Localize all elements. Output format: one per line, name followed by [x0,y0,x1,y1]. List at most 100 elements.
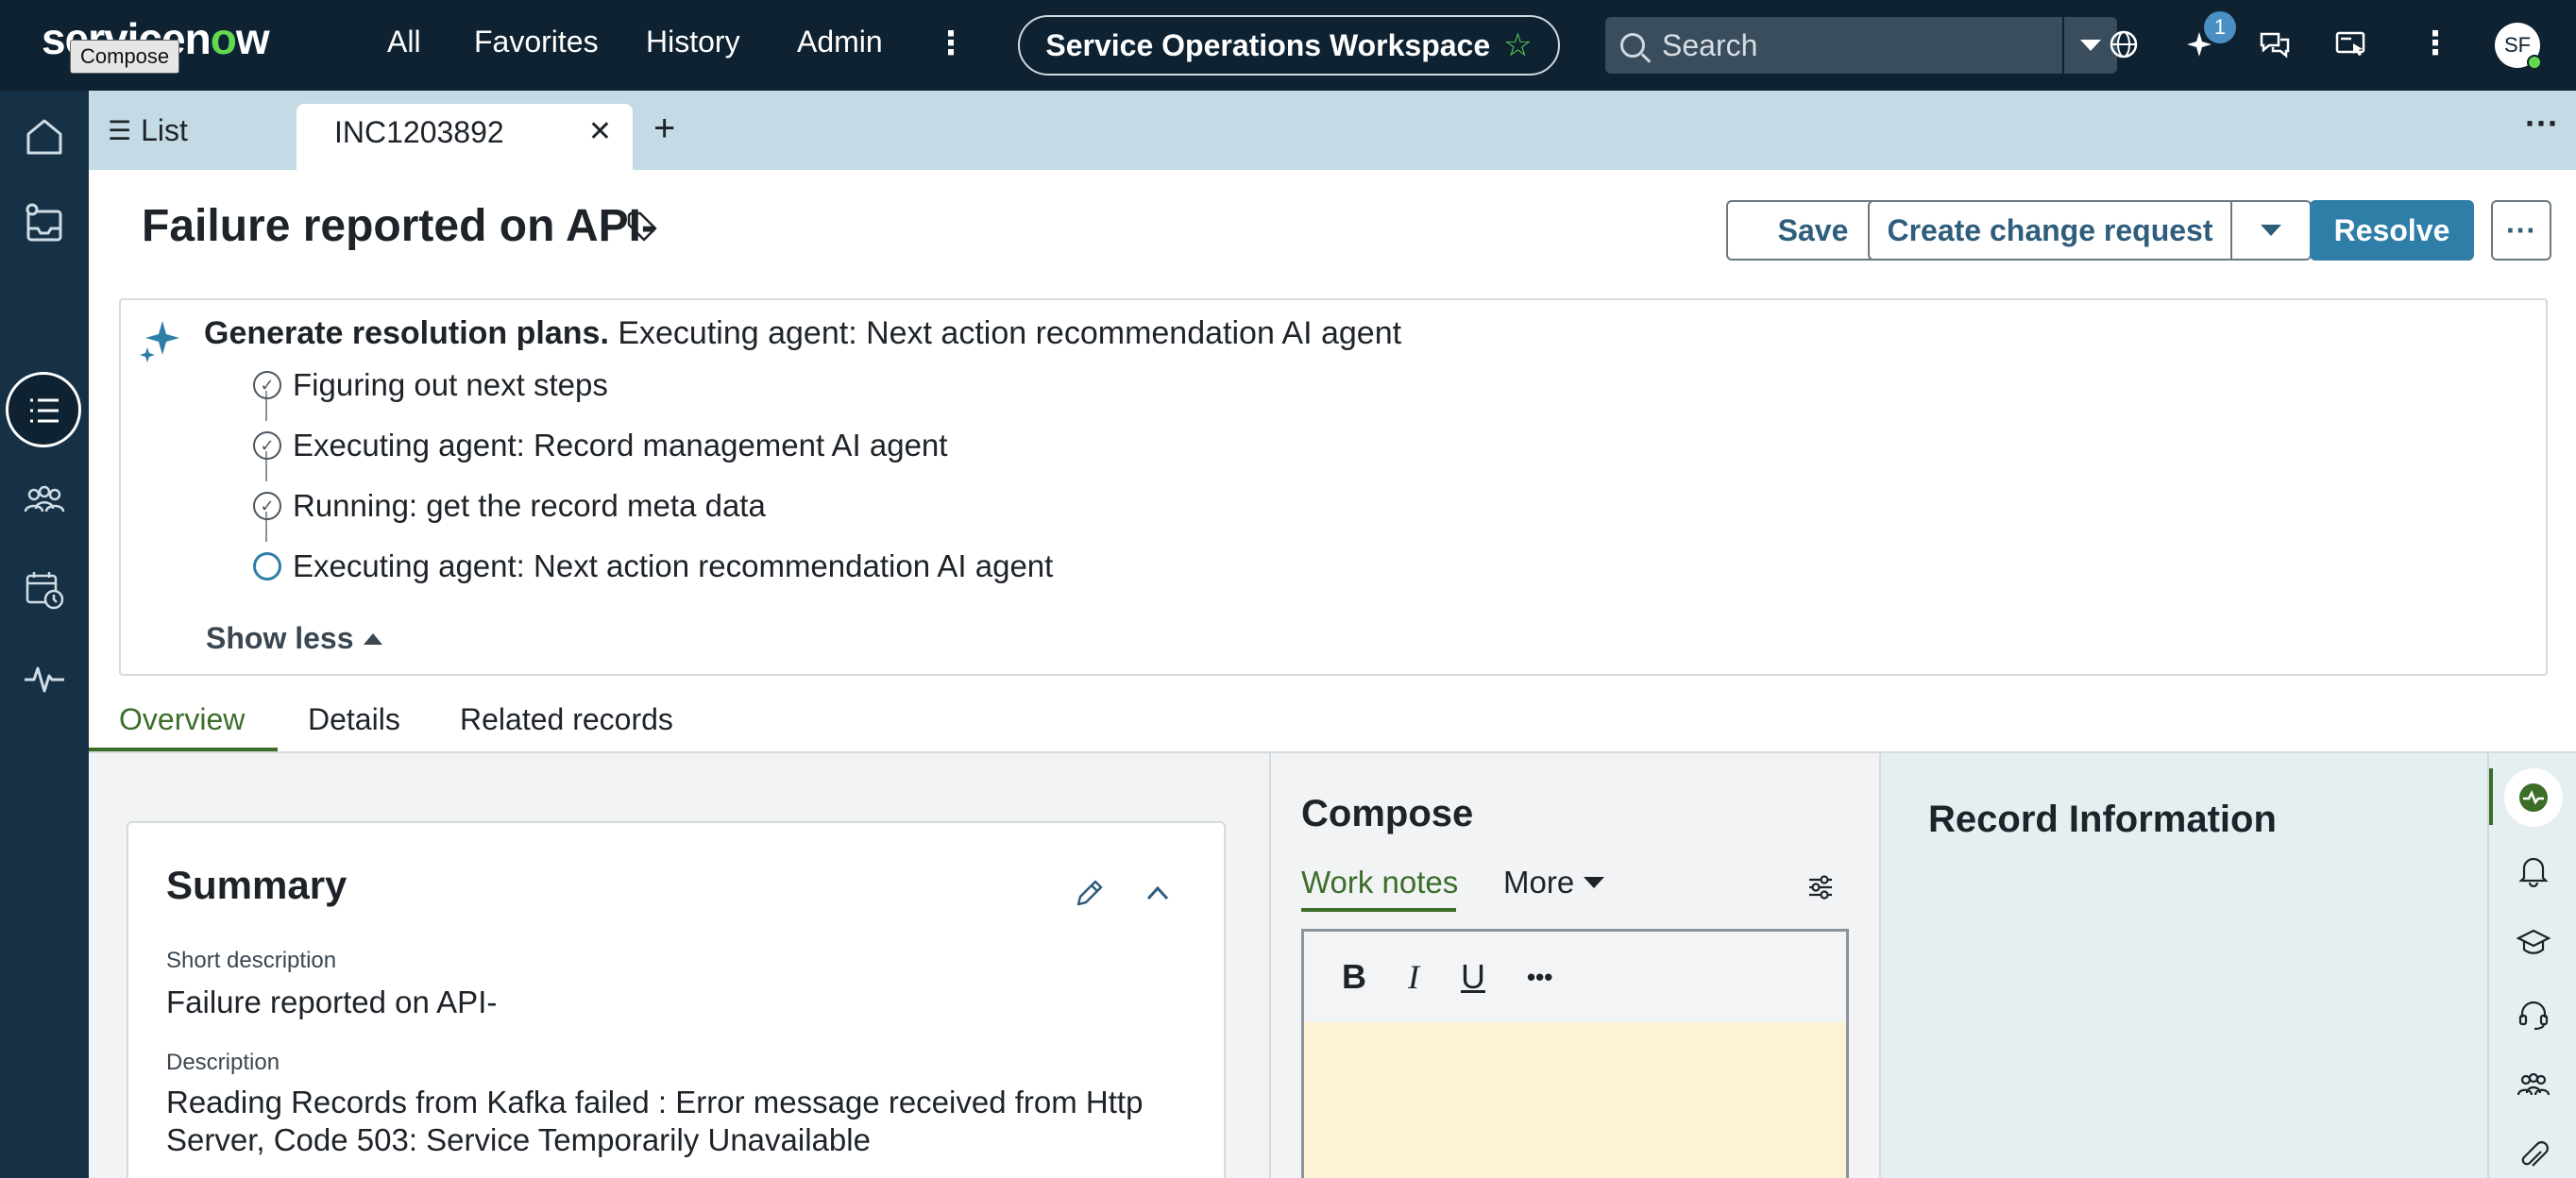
record-body: Summary Short description Failure report… [89,751,2576,1178]
list-item: ✓ Running: get the record meta data [253,487,766,525]
activity-pulse-icon[interactable] [21,655,68,702]
nav-favorites[interactable]: Favorites [474,25,599,59]
user-menu-kebab-icon[interactable]: ⋮ [2419,25,2451,62]
bell-icon[interactable] [2515,851,2552,889]
search-icon [1620,33,1645,58]
record-tab-strip: ☰ List INC1203892 ✕ + ··· [89,91,2576,170]
work-notes-textarea[interactable] [1304,1022,1846,1178]
tab-overflow-more-icon[interactable]: ··· [2525,104,2559,143]
nav-all[interactable]: All [387,25,421,59]
bold-button[interactable]: B [1342,957,1366,997]
tag-icon[interactable] [625,210,659,244]
chevron-up-icon [363,632,382,645]
list-item: Executing agent: Next action recommendat… [253,547,1053,585]
workspace-selector[interactable]: Service Operations Workspace ☆ [1018,15,1560,76]
tab-list[interactable]: ☰ List [108,113,188,148]
headset-icon[interactable] [2515,995,2552,1033]
active-rail-indicator [2489,768,2493,825]
editor-toolbar: B I U ••• [1304,932,1846,1022]
edit-pencil-icon[interactable] [1073,876,1107,910]
record-information-title: Record Information [1928,799,2277,840]
step-label: Running: get the record meta data [293,488,766,523]
in-progress-circle-icon [253,552,281,581]
more-actions-button[interactable]: ··· [2491,200,2551,261]
tab-more-dropdown[interactable]: More [1503,865,1605,900]
compose-title: Compose [1301,793,1474,834]
list-icon[interactable] [21,387,68,434]
record-header: Failure reported on API- Save Create cha… [89,170,2576,751]
tab-list-label: List [141,113,188,147]
italic-button[interactable]: I [1408,957,1419,997]
favorite-star-icon[interactable]: ☆ [1503,26,1532,64]
create-change-request-button[interactable]: Create change request [1868,200,2232,261]
ai-heading-rest: Executing agent: Next action recommendat… [618,315,1402,351]
home-icon[interactable] [21,113,68,160]
tab-details[interactable]: Details [308,702,400,737]
close-icon[interactable]: ✕ [588,115,612,148]
step-label: Executing agent: Record management AI ag… [293,428,948,463]
tab-incident-label: INC1203892 [334,115,504,149]
chevron-up-icon[interactable] [1141,876,1175,910]
check-circle-icon: ✓ [253,371,281,399]
check-circle-icon: ✓ [253,492,281,520]
chevron-down-icon [2080,40,2101,51]
work-notes-editor: B I U ••• [1301,929,1849,1178]
record-info-activity-icon[interactable] [2504,768,2563,827]
nav-admin[interactable]: Admin [797,25,883,59]
description-value: Reading Records from Kafka failed : Erro… [166,1085,1144,1157]
short-description-value: Failure reported on API- [166,984,498,1019]
add-tab-plus-icon[interactable]: + [653,108,675,150]
compose-tooltip: Compose [70,40,180,74]
presence-status-dot [2527,55,2542,70]
tab-overview[interactable]: Overview [119,702,245,737]
chevron-down-icon [2261,225,2281,236]
ai-heading-bold: Generate resolution plans. [204,315,609,351]
search-placeholder: Search [1662,27,1758,62]
right-contextual-rail [2487,753,2576,1178]
calendar-clock-icon[interactable] [21,566,68,614]
record-information-panel: Record Information [1881,753,2487,1178]
inbox-icon[interactable] [21,200,68,247]
left-navigation-rail [0,91,89,1178]
tab-work-notes[interactable]: Work notes [1301,865,1458,900]
workspace-name: Service Operations Workspace [1045,27,1491,62]
compose-panel: Compose Work notes More B I U ••• [1269,753,1881,1178]
ai-panel-heading: Generate resolution plans. Executing age… [204,315,1401,352]
more-label: More [1503,865,1575,900]
show-less-toggle[interactable]: Show less [206,621,382,656]
list-item: ✓ Figuring out next steps [253,366,608,404]
nav-history[interactable]: History [646,25,740,59]
page-title: Failure reported on API- [142,201,656,251]
chat-icon[interactable] [2253,23,2296,66]
tab-related-records[interactable]: Related records [460,702,673,737]
now-assist-resolution-panel: Generate resolution plans. Executing age… [119,298,2548,676]
tab-incident-record[interactable]: INC1203892 ✕ [297,104,633,170]
underline-button[interactable]: U [1461,957,1485,997]
step-label: Figuring out next steps [293,367,608,402]
create-change-dropdown[interactable] [2230,200,2312,261]
step-label: Executing agent: Next action recommendat… [293,548,1054,583]
check-circle-icon: ✓ [253,431,281,460]
summary-card: Summary Short description Failure report… [127,821,1226,1178]
graduation-cap-icon[interactable] [2515,923,2552,961]
settings-sliders-icon[interactable] [1804,870,1838,904]
logo-text-o: o [210,14,237,63]
list-item: ✓ Executing agent: Record management AI … [253,427,947,464]
people-icon[interactable] [2515,1067,2552,1104]
globe-icon[interactable] [2102,23,2145,66]
active-compose-tab-underline [1301,908,1456,912]
ai-sparkle-icon [140,321,179,362]
screen-share-icon[interactable] [2329,23,2372,66]
summary-title: Summary [166,863,347,907]
notification-badge: 1 [2204,11,2236,43]
nav-more-kebab-icon[interactable]: ⋮ [935,25,967,62]
logo-text-end: w [235,14,270,63]
paperclip-icon[interactable] [2515,1138,2552,1176]
resolve-button[interactable]: Resolve [2310,200,2474,261]
more-formatting-button[interactable]: ••• [1527,963,1552,992]
groups-icon[interactable] [21,478,68,525]
top-navigation-bar: servicenow Compose All Favorites History… [0,0,2576,91]
chevron-down-icon [1584,877,1605,888]
avatar[interactable]: SF [2495,23,2542,70]
global-search-input[interactable]: Search [1605,17,2062,74]
